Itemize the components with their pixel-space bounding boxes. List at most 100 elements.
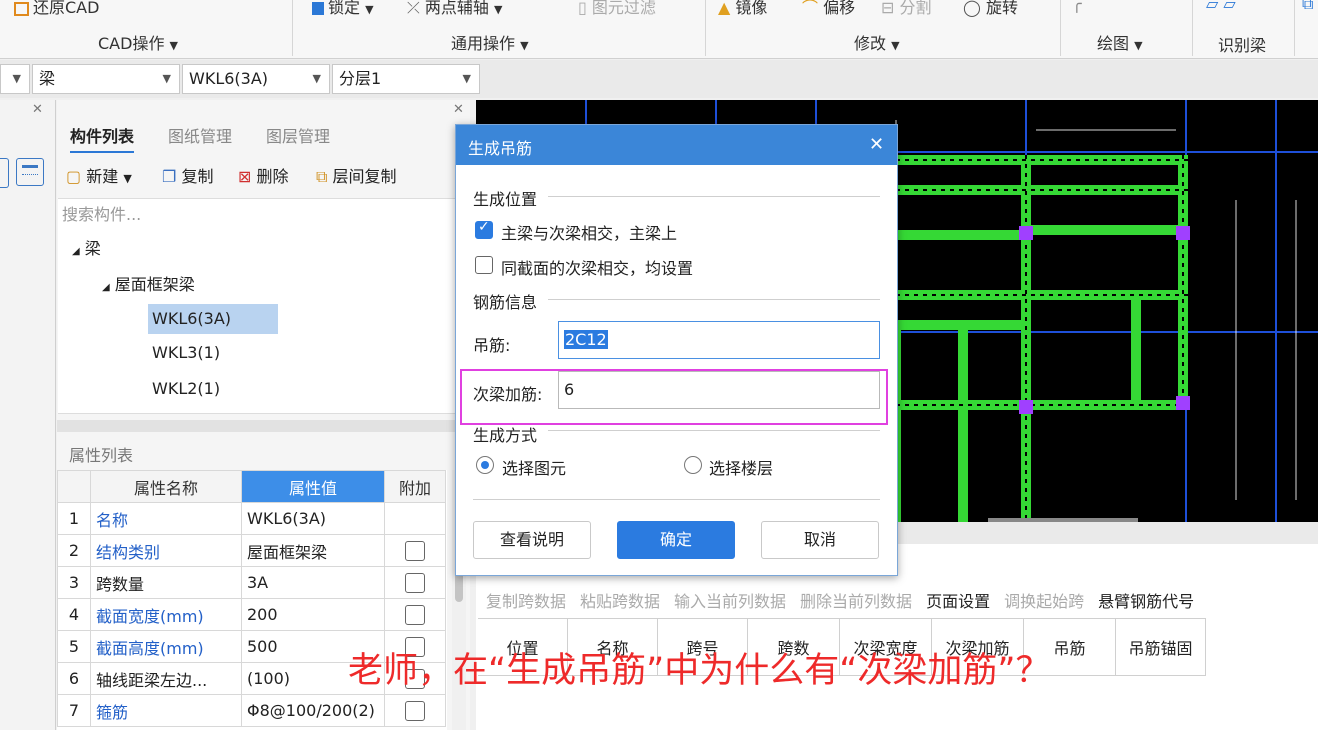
draw-arc-button[interactable]: ╭ [1072, 0, 1082, 13]
section-rebar-label: 钢筋信息 [473, 293, 538, 312]
close-icon[interactable]: ✕ [453, 102, 464, 117]
copy-span-data-button[interactable]: 复制跨数据 [486, 592, 566, 611]
property-row[interactable]: 7 箍筋 Φ8@100/200(2) [57, 694, 446, 727]
extra-checkbox[interactable] [405, 700, 425, 721]
tree-item-wkl2[interactable]: WKL2(1) [152, 379, 220, 398]
draw-group[interactable]: 绘图 ▼ [1097, 30, 1143, 54]
span-column-header[interactable]: 吊筋锚固 [1116, 619, 1206, 675]
chevron-down-icon: ▼ [520, 39, 529, 52]
tree-item-wkl3[interactable]: WKL3(1) [152, 343, 220, 362]
section-divider [548, 430, 880, 431]
property-value[interactable]: 3A [241, 566, 385, 599]
tree-node-beam[interactable]: ◢ 梁 [72, 235, 101, 259]
select-floor-radio[interactable] [684, 456, 702, 474]
check-icon: ✓ [478, 219, 490, 235]
tab-component-list[interactable]: 构件列表 [70, 125, 135, 153]
identify-beam-tool[interactable]: ⏥ ⏥ [1206, 0, 1236, 13]
same-section-checkbox[interactable] [475, 256, 493, 274]
property-row[interactable]: 1 名称 WKL6(3A) [57, 502, 446, 535]
highlight-box [460, 369, 888, 425]
chevron-down-icon: ▼ [494, 3, 503, 16]
property-value[interactable]: WKL6(3A) [241, 502, 385, 535]
cancel-button[interactable]: 取消 [761, 521, 879, 559]
chevron-down-icon: ▼ [312, 72, 321, 85]
same-section-label: 同截面的次梁相交，均设置 [501, 259, 694, 278]
main-secondary-checkbox[interactable]: ✓ [475, 219, 493, 239]
copy-icon: ❐ [162, 167, 177, 186]
new-button[interactable]: ▢ 新建 ▼ [66, 163, 132, 187]
hanger-input[interactable]: 2C12 [558, 321, 880, 359]
tab-layer-management[interactable]: 图层管理 [266, 125, 330, 151]
cantilever-rebar-code-button[interactable]: 悬臂钢筋代号 [1098, 592, 1194, 611]
offset-button[interactable]: ⌒ 偏移 [802, 0, 855, 18]
extra-checkbox[interactable] [405, 572, 425, 593]
property-extra-cell [384, 566, 446, 599]
close-icon[interactable]: ✕ [869, 134, 884, 155]
type-dropdown[interactable]: 梁 ▼ [32, 64, 180, 94]
copy-button[interactable]: ❐ 复制 [162, 163, 213, 187]
hanger-label: 吊筋: [473, 336, 511, 355]
identify-beam-group[interactable]: 识别梁 [1218, 32, 1266, 56]
layer-dropdown[interactable]: 分层1 ▼ [332, 64, 480, 94]
mirror-button[interactable]: ▲ 镜像 [718, 0, 767, 18]
row-number: 2 [57, 534, 91, 567]
extra-checkbox[interactable] [405, 540, 425, 561]
two-point-axis-button[interactable]: ⤫ 两点辅轴 ▼ [407, 0, 502, 18]
property-value-header: 属性值 [241, 470, 385, 503]
row-number: 5 [57, 630, 91, 663]
element-filter-button[interactable]: ▯ 图元过滤 [578, 0, 656, 18]
close-icon[interactable]: ✕ [32, 102, 43, 117]
property-extra-cell [384, 694, 446, 727]
category-dropdown[interactable]: ▼ [0, 64, 30, 94]
property-value[interactable]: 屋面框架梁 [241, 534, 385, 567]
restore-cad-button[interactable]: 还原CAD [14, 0, 99, 18]
modify-group[interactable]: 修改 ▼ [854, 30, 900, 54]
span-toolbar: 复制跨数据 粘贴跨数据 输入当前列数据 删除当前列数据 页面设置 调换起始跨 悬臂钢筋代号 [486, 588, 1194, 612]
property-row[interactable]: 3 跨数量 3A [57, 566, 446, 599]
section-divider [548, 196, 880, 197]
help-button[interactable]: 查看说明 [473, 521, 591, 559]
rotate-button[interactable]: ◯ 旋转 [963, 0, 1018, 18]
floor-copy-button[interactable]: ⧉ 层间复制 [316, 163, 397, 187]
paste-span-data-button[interactable]: 粘贴跨数据 [580, 592, 660, 611]
tree-item-wkl6[interactable]: WKL6(3A) [148, 304, 278, 334]
row-number: 6 [57, 662, 91, 695]
general-ops-group[interactable]: 通用操作 ▼ [451, 30, 529, 54]
lock-button[interactable]: 锁定 ▼ [312, 0, 374, 18]
delete-button[interactable]: ⊠ 删除 [238, 163, 289, 187]
calculator-icon[interactable] [16, 158, 44, 186]
panel-button-icon[interactable] [0, 158, 9, 188]
rotate-icon: ◯ [963, 0, 981, 17]
chevron-down-icon: ▼ [12, 72, 21, 85]
row-number: 1 [57, 502, 91, 535]
beam-icon: ⏥ ⏥ [1206, 0, 1236, 13]
beam-dash-pattern [896, 155, 1188, 522]
ribbon-divider [705, 0, 706, 56]
select-element-label: 选择图元 [502, 459, 567, 478]
split-button[interactable]: ⊟ 分割 [881, 0, 932, 18]
property-value[interactable]: 200 [241, 598, 385, 631]
search-component-input[interactable]: 搜索构件... ⚲ [58, 198, 468, 226]
property-row[interactable]: 4 截面宽度(mm) 200 [57, 598, 446, 631]
split-icon: ⊟ [881, 0, 895, 17]
property-value[interactable]: Φ8@100/200(2) [241, 694, 385, 727]
row-number: 4 [57, 598, 91, 631]
page-setup-button[interactable]: 页面设置 [926, 592, 990, 611]
cad-ops-group[interactable]: CAD操作 ▼ [98, 30, 178, 54]
panel-splitter[interactable] [57, 420, 470, 432]
component-dropdown[interactable]: WKL6(3A) ▼ [182, 64, 330, 94]
ok-button[interactable]: 确定 [617, 521, 735, 559]
select-element-radio[interactable] [476, 456, 494, 474]
tree-node-roof-frame-beam[interactable]: ◢ 屋面框架梁 [102, 271, 195, 295]
tab-drawing-management[interactable]: 图纸管理 [168, 125, 232, 151]
row-number: 7 [57, 694, 91, 727]
property-row[interactable]: 2 结构类别 屋面框架梁 [57, 534, 446, 567]
more-tool-icon[interactable]: ⧉ [1302, 0, 1313, 14]
swap-start-span-button[interactable]: 调换起始跨 [1004, 592, 1084, 611]
generate-hanger-dialog: 生成吊筋 ✕ 生成位置 ✓ 主梁与次梁相交，主梁上 同截面的次梁相交，均设置 钢… [455, 124, 898, 576]
extra-checkbox[interactable] [405, 604, 425, 625]
delete-column-data-button[interactable]: 删除当前列数据 [800, 592, 912, 611]
input-column-data-button[interactable]: 输入当前列数据 [674, 592, 786, 611]
offset-icon: ⌒ [802, 0, 819, 17]
new-file-icon: ▢ [66, 167, 82, 186]
